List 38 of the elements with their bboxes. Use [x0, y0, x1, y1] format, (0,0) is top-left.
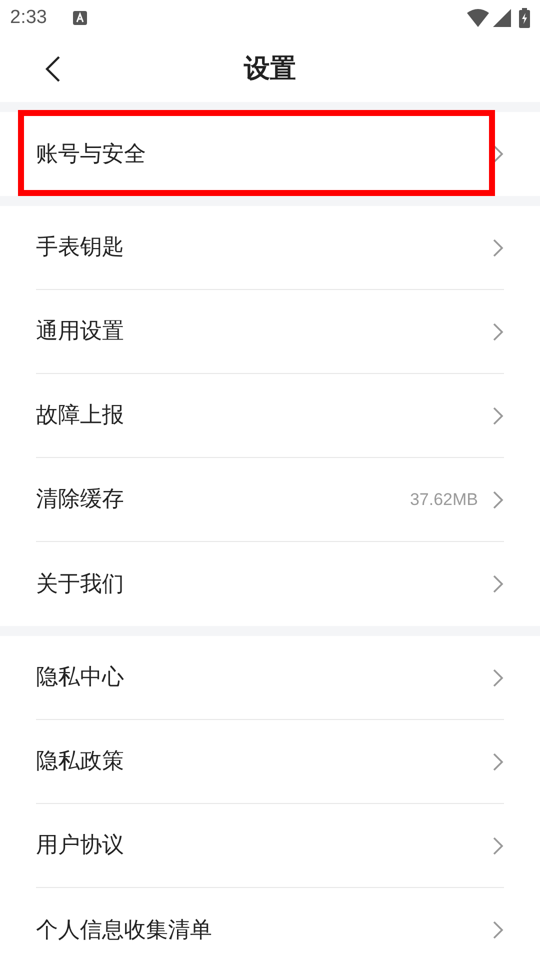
settings-row[interactable]: 隐私中心 [36, 636, 504, 720]
row-label: 隐私中心 [36, 664, 125, 692]
settings-row[interactable]: 个人信息收集清单 [36, 888, 504, 960]
row-label: 用户协议 [36, 832, 125, 860]
row-label: 隐私政策 [36, 748, 125, 776]
chevron-right-icon [492, 920, 504, 940]
row-label: 通用设置 [36, 318, 125, 346]
chevron-right-icon [492, 238, 504, 258]
page-title: 设置 [244, 52, 296, 86]
row-label: 手表钥匙 [36, 234, 125, 262]
chevron-right-icon [492, 406, 504, 426]
chevron-right-icon [492, 322, 504, 342]
cache-size: 37.62MB [410, 488, 478, 511]
row-label: 账号与安全 [36, 140, 147, 168]
settings-row[interactable]: 手表钥匙 [36, 206, 504, 290]
chevron-right-icon [492, 668, 504, 688]
settings-row[interactable]: 故障上报 [36, 374, 504, 458]
settings-row[interactable]: 通用设置 [36, 290, 504, 374]
chevron-right-icon [492, 144, 504, 164]
row-label: 故障上报 [36, 402, 125, 430]
row-label: 关于我们 [36, 570, 125, 598]
settings-row[interactable]: 隐私政策 [36, 720, 504, 804]
chevron-right-icon [492, 836, 504, 856]
signal-icon [493, 9, 511, 27]
chevron-right-icon [492, 574, 504, 594]
settings-row[interactable]: 清除缓存 37.62MB [36, 458, 504, 542]
row-label: 个人信息收集清单 [36, 916, 213, 944]
settings-row[interactable]: 用户协议 [36, 804, 504, 888]
settings-row[interactable]: 关于我们 [36, 542, 504, 626]
keyboard-app-icon [72, 11, 87, 25]
battery-icon [519, 8, 530, 28]
back-icon [45, 55, 61, 83]
row-label: 清除缓存 [36, 486, 125, 514]
settings-row[interactable]: 账号与安全 [36, 112, 504, 196]
chevron-right-icon [492, 490, 504, 510]
status-time: 2:33 [10, 6, 47, 30]
chevron-right-icon [492, 752, 504, 772]
wifi-icon [467, 9, 489, 27]
